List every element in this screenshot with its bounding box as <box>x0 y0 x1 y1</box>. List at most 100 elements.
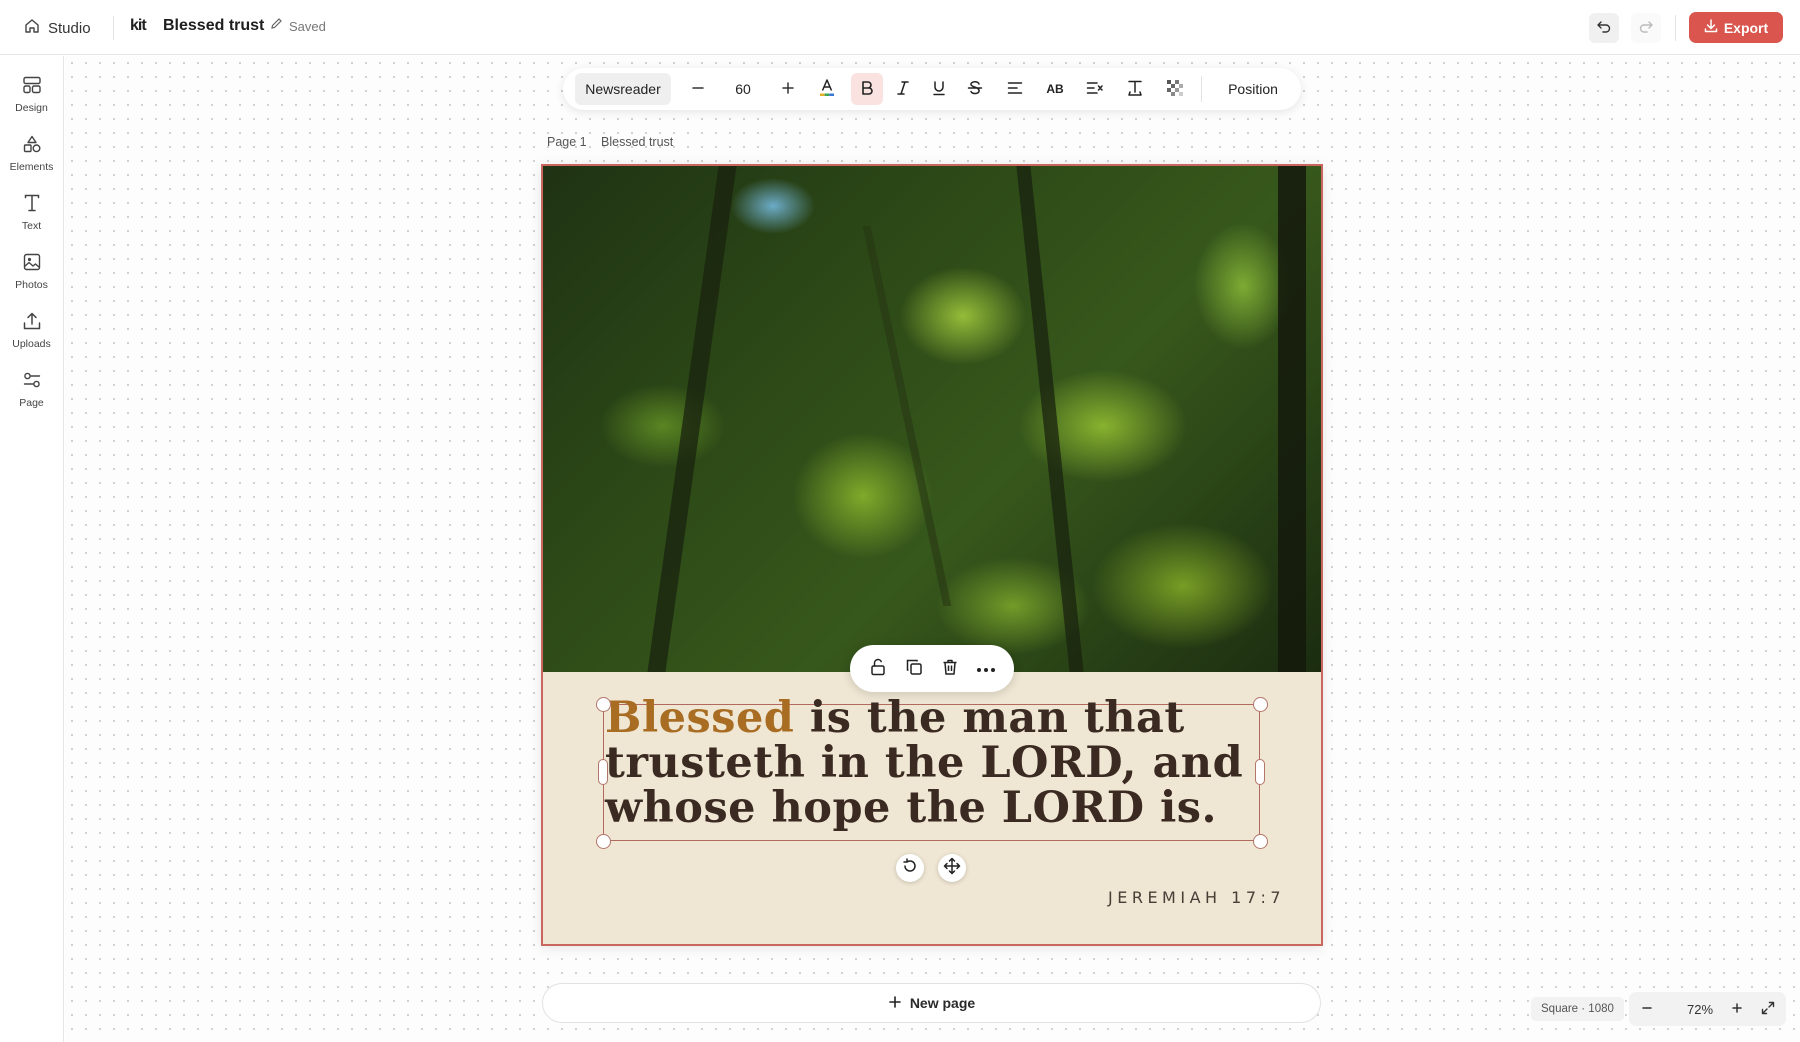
undo-icon <box>1596 18 1612 39</box>
pencil-icon[interactable] <box>270 17 283 35</box>
zoom-controls: 72% <box>1629 992 1786 1026</box>
zoom-in-button[interactable] <box>1725 997 1749 1021</box>
app-logo: kit <box>130 17 147 34</box>
text-effects-button[interactable] <box>1119 73 1151 105</box>
left-sidebar: Design Elements Text Photos Uploads Page <box>0 56 64 1042</box>
quote-highlight-word: Blessed <box>605 693 795 743</box>
position-button[interactable]: Position <box>1215 73 1291 105</box>
scripture-reference[interactable]: JEREMIAH 17:7 <box>1108 888 1285 907</box>
rotate-button[interactable] <box>896 854 924 882</box>
download-icon <box>1704 19 1718 36</box>
studio-link[interactable]: Studio <box>24 16 91 40</box>
more-horizontal-icon <box>976 660 996 678</box>
save-status: Saved <box>289 19 326 34</box>
sliders-icon <box>22 371 42 392</box>
resize-handle-right[interactable] <box>1255 759 1265 785</box>
text-effects-icon <box>1126 79 1144 100</box>
divider <box>1201 76 1202 102</box>
sidebar-item-uploads[interactable]: Uploads <box>0 312 63 362</box>
zoom-level[interactable]: 72% <box>1676 997 1724 1021</box>
sidebar-item-label: Uploads <box>12 338 51 350</box>
list-spacing-button[interactable] <box>1079 73 1111 105</box>
image-icon <box>22 253 42 274</box>
sidebar-item-design[interactable]: Design <box>0 76 63 126</box>
decrease-font-size-button[interactable] <box>682 73 714 105</box>
shapes-icon <box>22 135 42 156</box>
unlock-icon <box>869 658 887 681</box>
transparency-button[interactable] <box>1159 73 1191 105</box>
resize-handle-top-left[interactable] <box>596 697 611 712</box>
duplicate-button[interactable] <box>902 657 926 681</box>
align-left-icon <box>1007 81 1023 98</box>
delete-button[interactable] <box>938 657 962 681</box>
home-icon <box>24 18 40 38</box>
resize-handle-bottom-left[interactable] <box>596 834 611 849</box>
sidebar-item-elements[interactable]: Elements <box>0 135 63 185</box>
plus-icon <box>1731 1002 1743 1017</box>
text-color-button[interactable] <box>811 73 843 105</box>
sidebar-item-label: Elements <box>9 161 54 173</box>
unlock-button[interactable] <box>866 657 890 681</box>
italic-button[interactable] <box>887 73 919 105</box>
canvas-size-label[interactable]: Square · 1080 <box>1531 997 1624 1021</box>
rotate-icon <box>902 857 918 879</box>
export-button[interactable]: Export <box>1689 12 1783 43</box>
text-color-icon <box>818 78 836 101</box>
resize-handle-top-right[interactable] <box>1253 697 1268 712</box>
plus-icon <box>888 995 902 1012</box>
underline-button[interactable] <box>923 73 955 105</box>
forest-photo[interactable] <box>543 166 1321 672</box>
italic-icon <box>896 80 910 99</box>
quote-text[interactable]: Blessed is the man that trusteth in the … <box>605 696 1285 831</box>
move-button[interactable] <box>938 854 966 882</box>
resize-handle-left[interactable] <box>598 759 608 785</box>
align-button[interactable] <box>999 73 1031 105</box>
page-number-label: Page 1 <box>547 135 587 149</box>
sidebar-item-photos[interactable]: Photos <box>0 253 63 303</box>
new-page-button[interactable]: New page <box>542 983 1321 1023</box>
upload-icon <box>22 312 42 333</box>
studio-label: Studio <box>48 19 91 37</box>
sidebar-item-label: Design <box>15 102 48 114</box>
sidebar-item-page[interactable]: Page <box>0 371 63 421</box>
resize-handle-bottom-right[interactable] <box>1253 834 1268 849</box>
copy-icon <box>905 658 923 681</box>
increase-font-size-button[interactable] <box>772 73 804 105</box>
expand-icon <box>1761 1001 1775 1018</box>
minus-icon <box>1641 1002 1653 1017</box>
trash-icon <box>941 658 959 681</box>
minus-icon <box>691 81 705 98</box>
divider <box>113 16 114 40</box>
transparency-icon <box>1167 79 1183 99</box>
sidebar-item-label: Photos <box>15 279 48 291</box>
page-name-label[interactable]: Blessed trust <box>601 135 673 149</box>
bold-button[interactable] <box>851 73 883 105</box>
uppercase-icon: AB <box>1046 82 1064 96</box>
bold-icon <box>860 80 874 99</box>
sidebar-item-label: Page <box>19 397 44 409</box>
element-toolbar <box>850 645 1014 692</box>
line-spacing-icon <box>1086 81 1104 98</box>
font-size-input[interactable]: 60 <box>718 73 768 105</box>
more-options-button[interactable] <box>974 657 998 681</box>
top-bar: Studio kit Blessed trust Saved Export <box>0 0 1800 55</box>
layout-icon <box>22 76 42 97</box>
fullscreen-button[interactable] <box>1756 997 1780 1021</box>
font-family-select[interactable]: Newsreader <box>575 73 671 105</box>
new-page-label: New page <box>909 995 976 1011</box>
redo-button[interactable] <box>1631 13 1661 43</box>
document-title-text: Blessed trust <box>163 17 265 34</box>
redo-icon <box>1638 18 1654 39</box>
sidebar-item-label: Text <box>21 220 42 232</box>
zoom-out-button[interactable] <box>1635 997 1659 1021</box>
uppercase-button[interactable]: AB <box>1039 73 1071 105</box>
undo-button[interactable] <box>1589 13 1619 43</box>
text-toolbar: Newsreader 60 AB Position <box>563 68 1301 110</box>
divider <box>1675 15 1676 41</box>
export-label: Export <box>1723 19 1769 36</box>
text-icon <box>22 194 42 215</box>
sidebar-item-text[interactable]: Text <box>0 194 63 244</box>
move-icon <box>943 857 961 880</box>
document-title[interactable]: Blessed trust <box>163 17 283 35</box>
strikethrough-button[interactable] <box>959 73 991 105</box>
